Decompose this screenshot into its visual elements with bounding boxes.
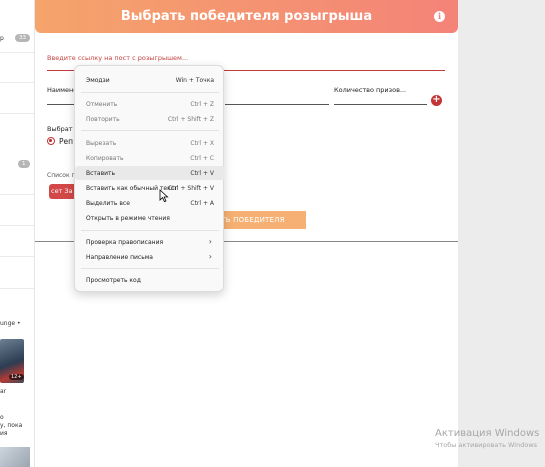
menu-item-label: Открыть в режиме чтения (86, 214, 170, 222)
menu-item-shortcut: Ctrl + V (190, 169, 214, 177)
divider (0, 288, 34, 289)
menu-item-spellcheck[interactable]: Проверка правописания › (75, 235, 225, 249)
participants-list-label: Список п (47, 172, 76, 179)
unread-count-badge: 33 (15, 34, 30, 42)
menu-item-shortcut: Ctrl + C (190, 154, 214, 162)
info-icon[interactable]: i (434, 11, 445, 22)
menu-item-select-all[interactable]: Выделить все Ctrl + A (75, 196, 225, 210)
menu-item-shortcut: Ctrl + Z (190, 100, 214, 108)
card-header: Выбрать победителя розыгрыша i (35, 0, 458, 33)
divider (0, 82, 34, 83)
menu-item-paste[interactable]: Вставить Ctrl + V (75, 166, 225, 180)
windows-activation-subtitle: Чтобы активировать Windows (435, 441, 538, 449)
menu-item-shortcut: Ctrl + Shift + V (167, 184, 214, 192)
menu-item-writing-direction[interactable]: Направление письма › (75, 250, 225, 264)
mouse-cursor-icon (159, 189, 169, 203)
context-menu: Эмодзи Win + Точка Отменить Ctrl + Z Пов… (74, 65, 225, 292)
menu-separator (81, 92, 219, 93)
menu-item-shortcut: Ctrl + A (190, 199, 214, 207)
menu-item-shortcut: Ctrl + Shift + Z (167, 115, 214, 123)
menu-item-label: Просмотреть код (86, 276, 141, 284)
chevron-right-icon: › (208, 237, 212, 246)
left-text-fragment: ия (0, 430, 8, 437)
chevron-right-icon: › (208, 252, 212, 261)
menu-item-label: Выделить все (86, 199, 130, 207)
media-count-badge: 12+ (9, 374, 24, 380)
group-title-fragment[interactable]: unge • (0, 320, 21, 327)
repost-radio-label: Реп (59, 137, 74, 146)
left-text-fragment: о (0, 414, 4, 421)
menu-item-label: Вырезать (86, 139, 117, 147)
menu-item-cut[interactable]: Вырезать Ctrl + X (75, 136, 225, 150)
divider (0, 194, 34, 195)
menu-item-label: Отменить (86, 100, 118, 108)
divider (0, 52, 34, 53)
menu-item-undo[interactable]: Отменить Ctrl + Z (75, 97, 225, 111)
divider (0, 225, 34, 226)
background-right-area (458, 0, 545, 467)
card-title: Выбрать победителя розыгрыша (120, 9, 373, 24)
prize-count-label: Количество призов... (334, 86, 407, 94)
menu-item-emoji[interactable]: Эмодзи Win + Точка (75, 73, 225, 87)
divider (0, 113, 34, 114)
menu-item-label: Проверка правописания (86, 238, 164, 246)
divider (0, 256, 34, 257)
menu-item-copy[interactable]: Копировать Ctrl + C (75, 151, 225, 165)
menu-separator (81, 230, 219, 231)
menu-item-inspect[interactable]: Просмотреть код (75, 273, 225, 287)
name-field-underline[interactable] (47, 104, 75, 105)
choose-mode-label: Выбрат (47, 125, 73, 133)
menu-separator (81, 130, 219, 131)
menu-item-reading-mode[interactable]: Открыть в режиме чтения (75, 211, 225, 225)
unread-count-badge: 1 (18, 160, 30, 168)
menu-item-redo[interactable]: Повторить Ctrl + Shift + Z (75, 112, 225, 126)
repost-radio[interactable] (47, 137, 55, 145)
prize-count-input[interactable] (334, 104, 427, 105)
left-text-fragment: ar (0, 388, 7, 395)
name-field-label: Наимено (47, 86, 78, 94)
add-prize-button[interactable]: + (431, 95, 442, 106)
background-left-column: р 33 1 unge • 12+ ar о y, пока ия (0, 0, 34, 467)
menu-separator (81, 268, 219, 269)
menu-item-label: Направление письма (86, 253, 153, 261)
post-thumbnail[interactable] (0, 447, 30, 467)
menu-item-label: Вставить (86, 169, 116, 177)
left-text-fragment: y, пока (0, 422, 23, 429)
name-field-underline[interactable] (225, 104, 329, 105)
menu-item-paste-plain[interactable]: Вставить как обычный текст Ctrl + Shift … (75, 181, 225, 195)
windows-activation-title: Активация Windows (435, 428, 540, 439)
menu-item-label: Копировать (86, 154, 124, 162)
menu-item-shortcut: Ctrl + X (190, 139, 214, 147)
left-item-fragment[interactable]: р (0, 35, 4, 42)
menu-item-shortcut: Win + Точка (175, 76, 214, 84)
menu-item-label: Повторить (86, 115, 120, 123)
menu-item-label: Эмодзи (86, 76, 110, 84)
